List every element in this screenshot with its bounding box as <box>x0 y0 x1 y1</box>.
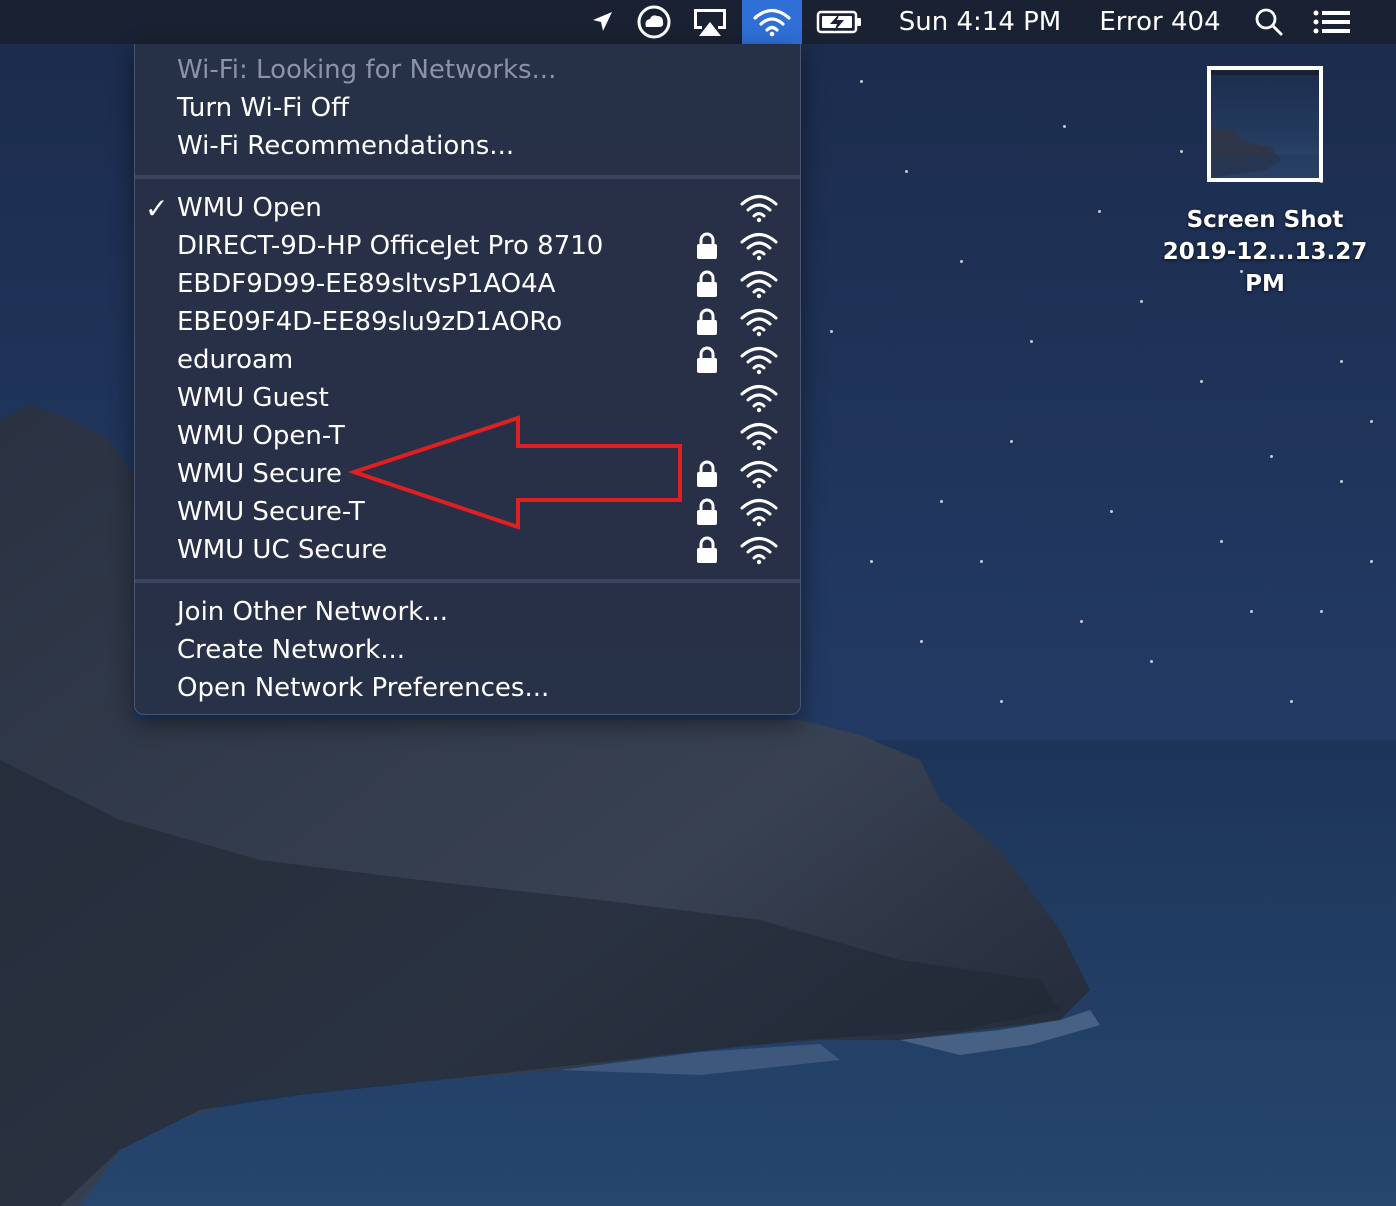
network-item[interactable]: DIRECT-9D-HP OfficeJet Pro 8710 <box>135 227 800 265</box>
star <box>1180 150 1183 153</box>
star <box>860 80 863 83</box>
wifi-signal-icon <box>739 459 779 489</box>
wifi-status-label: Wi-Fi: Looking for Networks... <box>177 55 557 85</box>
checkmark-icon: ✓ <box>145 191 169 225</box>
annotation-arrow-icon <box>347 415 682 530</box>
menu-separator <box>135 175 800 179</box>
network-name: EBDF9D99-EE89sltvsP1AO4A <box>177 269 556 299</box>
location-arrow-icon[interactable] <box>582 0 622 44</box>
star <box>905 170 908 173</box>
wifi-signal-icon <box>739 269 779 299</box>
airplay-icon[interactable] <box>686 0 734 44</box>
user-name-text: Error 404 <box>1099 7 1221 37</box>
clock-text: Sun 4:14 PM <box>898 7 1062 37</box>
lock-icon <box>695 460 719 488</box>
wifi-recommendations-item[interactable]: Wi-Fi Recommendations... <box>135 127 800 165</box>
wifi-menu: Wi-Fi: Looking for Networks... Turn Wi-F… <box>134 44 801 715</box>
file-name-line2: 2019-12...13.27 PM <box>1162 239 1368 297</box>
creative-cloud-icon[interactable] <box>632 0 676 44</box>
star <box>1250 610 1253 613</box>
wifi-recommendations-label: Wi-Fi Recommendations... <box>177 131 515 161</box>
wifi-icon[interactable] <box>742 0 802 44</box>
wifi-signal-icon <box>739 193 779 223</box>
star <box>920 640 923 643</box>
network-name: DIRECT-9D-HP OfficeJet Pro 8710 <box>177 231 604 261</box>
wifi-signal-icon <box>739 421 779 451</box>
star <box>1080 620 1083 623</box>
star <box>980 560 983 563</box>
create-network-item[interactable]: Create Network... <box>135 631 800 669</box>
menu-bar: Sun 4:14 PM Error 404 <box>0 0 1396 44</box>
turn-wifi-off-item[interactable]: Turn Wi-Fi Off <box>135 89 800 127</box>
network-name: WMU Open <box>177 193 322 223</box>
wifi-signal-icon <box>739 497 779 527</box>
network-item[interactable]: ✓ WMU Open <box>135 189 800 227</box>
lock-icon <box>695 346 719 374</box>
network-name: WMU UC Secure <box>177 535 388 565</box>
star <box>830 330 833 333</box>
star <box>1340 480 1343 483</box>
star <box>1200 380 1203 383</box>
network-item[interactable]: eduroam <box>135 341 800 379</box>
notification-center-icon[interactable] <box>1306 0 1358 44</box>
menubar-user[interactable]: Error 404 <box>1090 0 1230 44</box>
star <box>960 260 963 263</box>
network-item[interactable]: EBE09F4D-EE89slu9zD1AORo <box>135 303 800 341</box>
file-thumbnail <box>1207 66 1323 182</box>
join-other-network-label: Join Other Network... <box>177 597 448 627</box>
wifi-signal-icon <box>739 307 779 337</box>
menu-separator <box>135 579 800 583</box>
star <box>1220 540 1223 543</box>
lock-icon <box>695 232 719 260</box>
wifi-signal-icon <box>739 231 779 261</box>
network-name: eduroam <box>177 345 294 375</box>
wifi-signal-icon <box>739 345 779 375</box>
star <box>1320 610 1323 613</box>
join-other-network-item[interactable]: Join Other Network... <box>135 593 800 631</box>
turn-wifi-off-label: Turn Wi-Fi Off <box>177 93 350 123</box>
wifi-signal-icon <box>739 383 779 413</box>
network-name: EBE09F4D-EE89slu9zD1AORo <box>177 307 563 337</box>
star <box>1110 510 1113 513</box>
star <box>1340 360 1343 363</box>
file-name-label: Screen Shot 2019-12...13.27 PM <box>1140 204 1390 300</box>
star <box>1010 440 1013 443</box>
file-name-line1: Screen Shot <box>1186 207 1344 233</box>
star <box>1030 340 1033 343</box>
star <box>940 500 943 503</box>
star <box>1270 455 1273 458</box>
search-icon[interactable] <box>1248 0 1290 44</box>
star <box>1140 300 1143 303</box>
star <box>1370 560 1373 563</box>
lock-icon <box>695 536 719 564</box>
star <box>1063 125 1066 128</box>
wifi-status-item: Wi-Fi: Looking for Networks... <box>135 51 800 89</box>
star <box>1000 700 1003 703</box>
wifi-signal-icon <box>739 535 779 565</box>
star <box>1098 210 1101 213</box>
network-name: WMU Secure <box>177 459 342 489</box>
star <box>1150 660 1153 663</box>
star <box>870 560 873 563</box>
open-network-preferences-item[interactable]: Open Network Preferences... <box>135 669 800 707</box>
network-name: WMU Open-T <box>177 421 345 451</box>
create-network-label: Create Network... <box>177 635 406 665</box>
open-network-preferences-label: Open Network Preferences... <box>177 673 550 703</box>
menubar-clock[interactable]: Sun 4:14 PM <box>892 0 1068 44</box>
network-name: WMU Guest <box>177 383 329 413</box>
battery-charging-icon[interactable] <box>814 0 866 44</box>
network-item[interactable]: WMU UC Secure <box>135 531 800 569</box>
star <box>1370 420 1373 423</box>
network-name: WMU Secure-T <box>177 497 365 527</box>
lock-icon <box>695 498 719 526</box>
network-item[interactable]: EBDF9D99-EE89sltvsP1AO4A <box>135 265 800 303</box>
star <box>1290 700 1293 703</box>
lock-icon <box>695 308 719 336</box>
lock-icon <box>695 270 719 298</box>
